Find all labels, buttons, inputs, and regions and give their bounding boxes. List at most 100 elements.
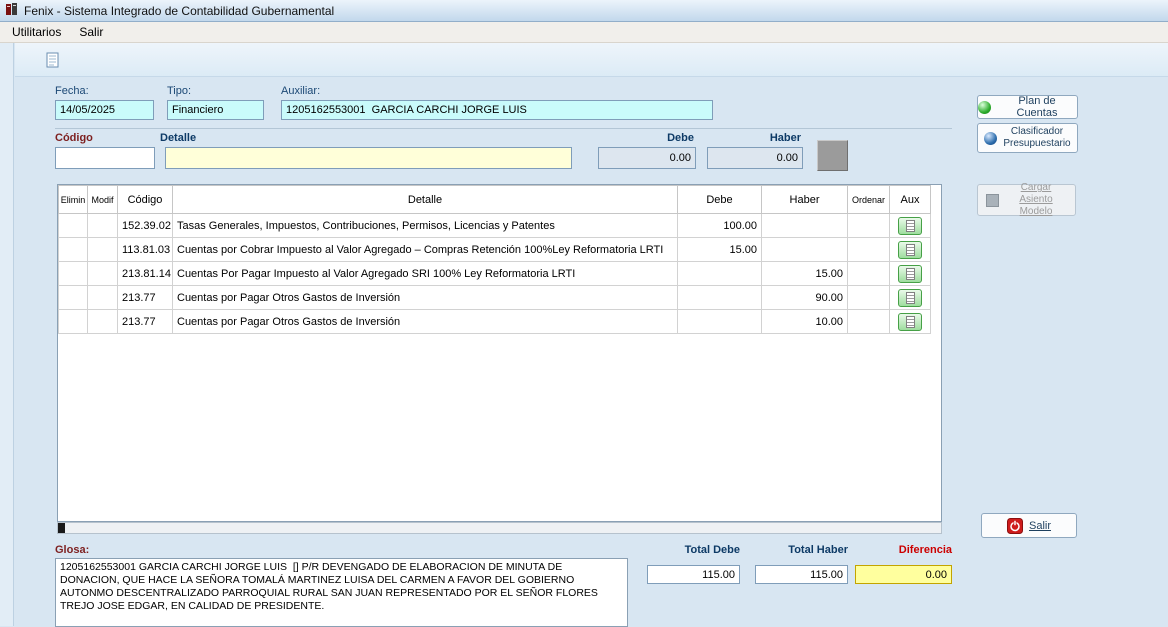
cell-detalle: Tasas Generales, Impuestos, Contribucion… [173, 214, 678, 238]
cell-codigo: 213.77 [118, 310, 173, 334]
cell-modif[interactable] [88, 286, 118, 310]
cargar-asiento-modelo-button[interactable]: Cargar Asiento Modelo [977, 184, 1076, 216]
tipo-input[interactable] [167, 100, 264, 120]
cell-detalle: Cuentas Por Pagar Impuesto al Valor Agre… [173, 262, 678, 286]
aux-button[interactable] [898, 289, 922, 307]
aux-button[interactable] [898, 313, 922, 331]
document-icon [906, 316, 915, 328]
cell-debe [678, 310, 762, 334]
glosa-textarea[interactable]: 1205162553001 GARCIA CARCHI JORGE LUIS [… [55, 558, 628, 627]
cell-aux [890, 286, 931, 310]
header-haber: Haber [762, 186, 848, 214]
detalle-label: Detalle [160, 132, 196, 144]
tipo-label: Tipo: [167, 85, 191, 97]
auxiliar-input[interactable] [281, 100, 713, 120]
header-ordenar: Ordenar [848, 186, 890, 214]
detalle-input[interactable] [165, 147, 572, 169]
app-icon [5, 2, 19, 19]
haber-input[interactable] [707, 147, 803, 169]
left-panel-strip [0, 43, 14, 626]
salir-label: Salir [1029, 520, 1051, 532]
codigo-input[interactable] [55, 147, 155, 169]
title-bar: Fenix - Sistema Integrado de Contabilida… [0, 0, 1168, 22]
table-row[interactable]: 152.39.02 Tasas Generales, Impuestos, Co… [59, 214, 931, 238]
cell-elimin[interactable] [59, 286, 88, 310]
diferencia-input[interactable] [855, 565, 952, 584]
cell-debe [678, 262, 762, 286]
cell-codigo: 213.81.14 [118, 262, 173, 286]
document-icon [906, 268, 915, 280]
cell-ordenar[interactable] [848, 310, 890, 334]
horizontal-scrollbar[interactable] [57, 522, 942, 534]
total-debe-input[interactable] [647, 565, 740, 584]
header-modif: Modif [88, 186, 118, 214]
plan-de-cuentas-button[interactable]: Plan de Cuentas [977, 95, 1078, 119]
debe-label: Debe [598, 132, 694, 144]
cell-elimin[interactable] [59, 238, 88, 262]
aux-button[interactable] [898, 217, 922, 235]
cell-elimin[interactable] [59, 262, 88, 286]
plan-de-cuentas-label: Plan de Cuentas [997, 95, 1077, 119]
fecha-input[interactable] [55, 100, 154, 120]
haber-label: Haber [707, 132, 801, 144]
cell-modif[interactable] [88, 214, 118, 238]
cell-detalle: Cuentas por Pagar Otros Gastos de Invers… [173, 310, 678, 334]
cell-modif[interactable] [88, 238, 118, 262]
cell-detalle: Cuentas por Pagar Otros Gastos de Invers… [173, 286, 678, 310]
table-row[interactable]: 213.77 Cuentas por Pagar Otros Gastos de… [59, 286, 931, 310]
cell-aux [890, 238, 931, 262]
cell-ordenar[interactable] [848, 214, 890, 238]
cell-codigo: 152.39.02 [118, 214, 173, 238]
clasificador-label: Clasificador Presupuestario [1003, 126, 1071, 150]
cell-aux [890, 310, 931, 334]
menu-bar: Utilitarios Salir [0, 22, 1168, 43]
document-icon [906, 220, 915, 232]
cell-elimin[interactable] [59, 214, 88, 238]
cell-ordenar[interactable] [848, 262, 890, 286]
window-title: Fenix - Sistema Integrado de Contabilida… [24, 4, 334, 18]
table-row[interactable]: 213.77 Cuentas por Pagar Otros Gastos de… [59, 310, 931, 334]
debe-input[interactable] [598, 147, 696, 169]
ledger-grid: Elimin Modif Código Detalle Debe Haber O… [57, 184, 942, 522]
menu-utilitarios[interactable]: Utilitarios [4, 23, 69, 41]
table-row[interactable]: 113.81.03 Cuentas por Cobrar Impuesto al… [59, 238, 931, 262]
aux-button[interactable] [898, 241, 922, 259]
cell-ordenar[interactable] [848, 238, 890, 262]
aux-button[interactable] [898, 265, 922, 283]
total-debe-label: Total Debe [647, 544, 740, 556]
cell-debe [678, 286, 762, 310]
document-icon [906, 292, 915, 304]
diferencia-label: Diferencia [855, 544, 952, 556]
cell-modif[interactable] [88, 262, 118, 286]
table-row[interactable]: 213.81.14 Cuentas Por Pagar Impuesto al … [59, 262, 931, 286]
clasificador-presupuestario-button[interactable]: Clasificador Presupuestario [977, 123, 1078, 153]
new-document-icon[interactable] [44, 51, 62, 69]
cell-codigo: 113.81.03 [118, 238, 173, 262]
divider-line [55, 128, 952, 129]
cell-haber [762, 238, 848, 262]
cell-debe: 100.00 [678, 214, 762, 238]
cell-modif[interactable] [88, 310, 118, 334]
glosa-label: Glosa: [55, 544, 89, 556]
scrollbar-thumb[interactable] [58, 523, 65, 533]
add-entry-button[interactable] [817, 140, 848, 171]
cell-elimin[interactable] [59, 310, 88, 334]
document-icon [906, 244, 915, 256]
cell-haber: 15.00 [762, 262, 848, 286]
client-area: Fecha: Tipo: Auxiliar: Código Detalle De… [0, 43, 1168, 626]
total-haber-input[interactable] [755, 565, 848, 584]
table-header-row: Elimin Modif Código Detalle Debe Haber O… [59, 186, 931, 214]
blue-sphere-icon [984, 132, 997, 145]
salir-button[interactable]: Salir [981, 513, 1077, 538]
auxiliar-label: Auxiliar: [281, 85, 320, 97]
header-elimin: Elimin [59, 186, 88, 214]
header-debe: Debe [678, 186, 762, 214]
cell-aux [890, 262, 931, 286]
menu-salir[interactable]: Salir [71, 23, 111, 41]
cell-debe: 15.00 [678, 238, 762, 262]
fecha-label: Fecha: [55, 85, 89, 97]
total-haber-label: Total Haber [755, 544, 848, 556]
cell-ordenar[interactable] [848, 286, 890, 310]
ledger-table-body: 152.39.02 Tasas Generales, Impuestos, Co… [59, 214, 931, 334]
cell-codigo: 213.77 [118, 286, 173, 310]
